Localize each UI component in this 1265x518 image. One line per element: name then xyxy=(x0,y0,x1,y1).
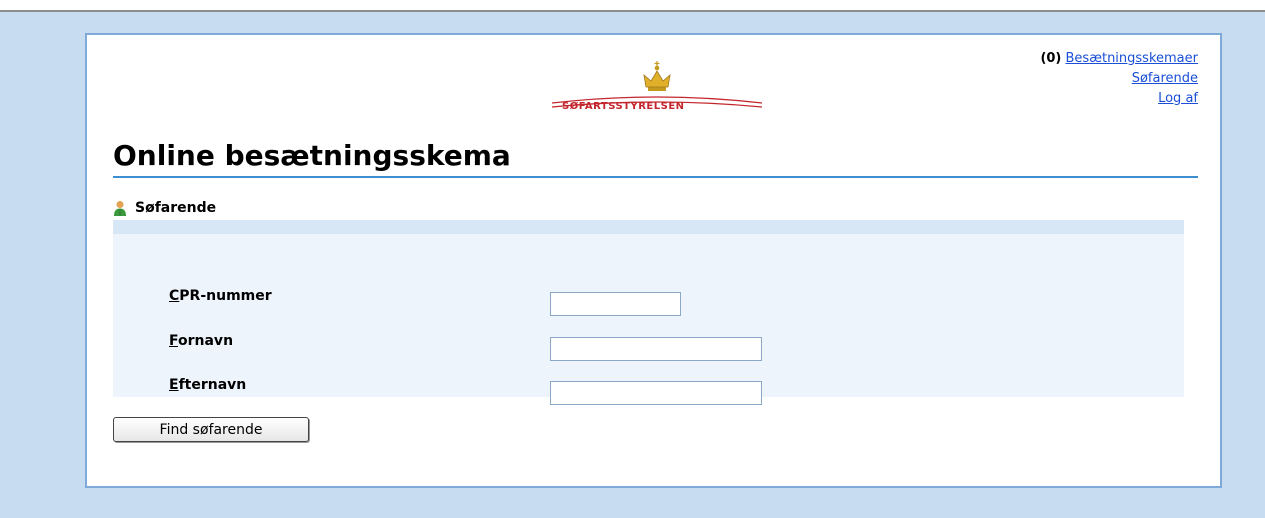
link-sofarende[interactable]: Søfarende xyxy=(1132,71,1198,86)
search-form: CPR-nummer Fornavn Efternavn xyxy=(113,220,1184,405)
form-header-strip xyxy=(113,220,1184,234)
fornavn-input[interactable] xyxy=(550,337,762,361)
find-sofarende-button[interactable]: Find søfarende xyxy=(113,417,309,442)
schema-count: (0) xyxy=(1040,51,1062,66)
section-title: Søfarende xyxy=(135,200,217,216)
top-links: (0) Besætningsskemaer Søfarende Log af xyxy=(1040,49,1198,109)
top-border xyxy=(0,0,1265,12)
section-header: Søfarende xyxy=(113,200,216,216)
efternavn-input[interactable] xyxy=(550,381,762,405)
person-icon xyxy=(114,201,126,216)
fornavn-label: Fornavn xyxy=(169,333,234,349)
logo-text: SØFARTSSTYRELSEN xyxy=(562,101,685,112)
cpr-input[interactable] xyxy=(550,292,681,316)
link-log-af[interactable]: Log af xyxy=(1158,91,1198,106)
link-besaetningsskemaer[interactable]: Besætningsskemaer xyxy=(1066,51,1198,66)
efternavn-label: Efternavn xyxy=(169,377,247,393)
cpr-label: CPR-nummer xyxy=(169,288,272,304)
page-title: Online besætningsskema xyxy=(113,139,511,172)
title-divider xyxy=(113,176,1198,178)
main-panel: (0) Besætningsskemaer Søfarende Log af S… xyxy=(85,33,1222,488)
